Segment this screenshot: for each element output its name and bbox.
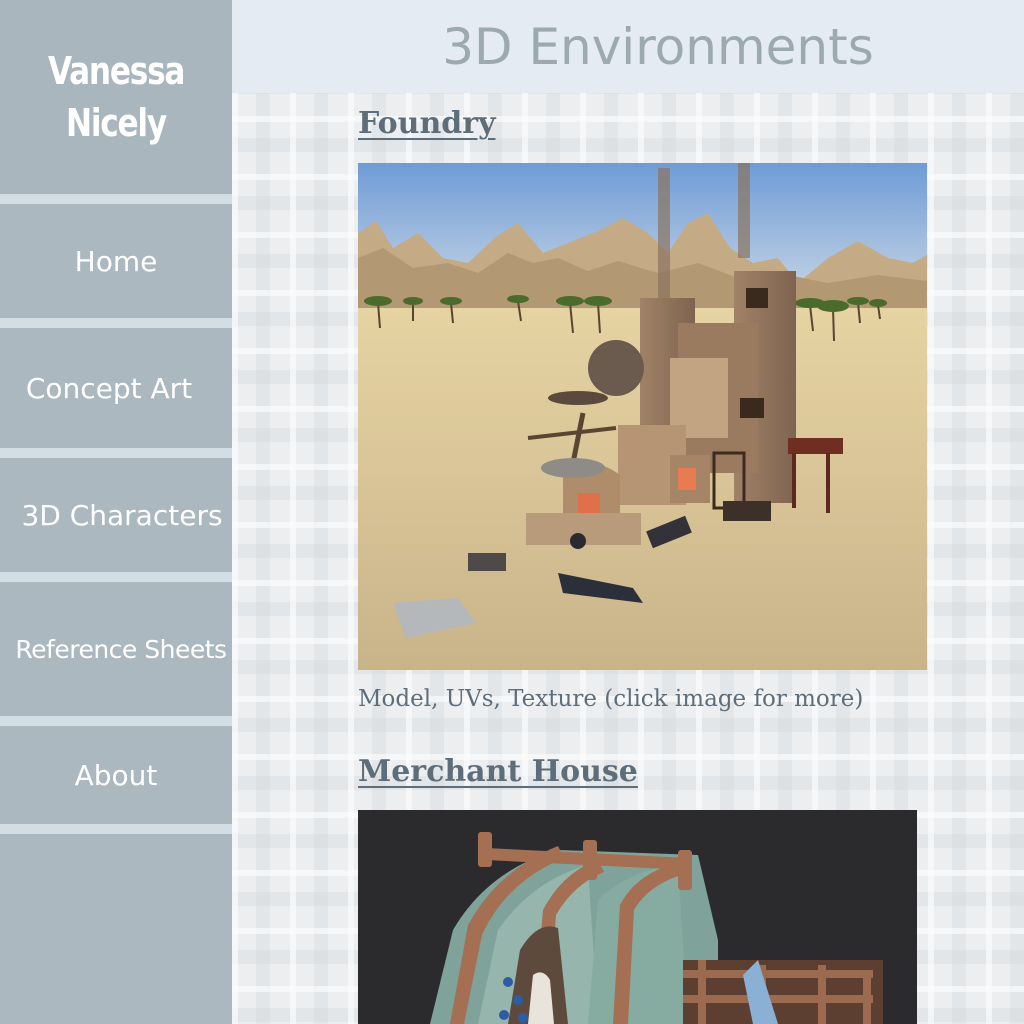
foundry-image[interactable] <box>358 163 927 670</box>
site-brand[interactable]: Vanessa Nicely <box>0 0 232 194</box>
nav-about-label: About <box>74 758 158 792</box>
nav-home-label: Home <box>74 244 158 278</box>
nav-concept-art-label: Concept Art <box>25 371 193 405</box>
foundry-render <box>358 163 927 670</box>
nav-reference-sheets[interactable]: Reference Sheets <box>0 582 232 716</box>
sidebar: Vanessa Nicely Home Concept Art 3D Chara… <box>0 0 232 1024</box>
foundry-caption: Model, UVs, Texture (click image for mor… <box>358 686 864 712</box>
page-title: 3D Environments <box>442 17 874 76</box>
foundry-title-link[interactable]: Foundry <box>358 106 496 141</box>
brand-first-name: Vanessa <box>47 49 186 93</box>
page-header: 3D Environments <box>232 0 1024 93</box>
merchant-house-image[interactable] <box>358 810 917 1024</box>
brand-last-name: Nicely <box>66 101 167 145</box>
nav-3d-characters-label: 3D Characters <box>21 498 223 532</box>
nav-3d-characters[interactable]: 3D Characters <box>0 458 232 572</box>
nav-divider <box>0 194 232 204</box>
nav-divider <box>0 318 232 328</box>
nav-about[interactable]: About <box>0 726 232 824</box>
merchant-house-title-link[interactable]: Merchant House <box>358 754 638 789</box>
nav-concept-art[interactable]: Concept Art <box>0 328 232 448</box>
nav-divider <box>0 448 232 458</box>
nav-divider <box>0 716 232 726</box>
nav-divider <box>0 824 232 834</box>
nav-divider <box>0 572 232 582</box>
merchant-house-render <box>358 810 917 1024</box>
nav-home[interactable]: Home <box>0 204 232 318</box>
nav-reference-sheets-label: Reference Sheets <box>15 634 227 664</box>
